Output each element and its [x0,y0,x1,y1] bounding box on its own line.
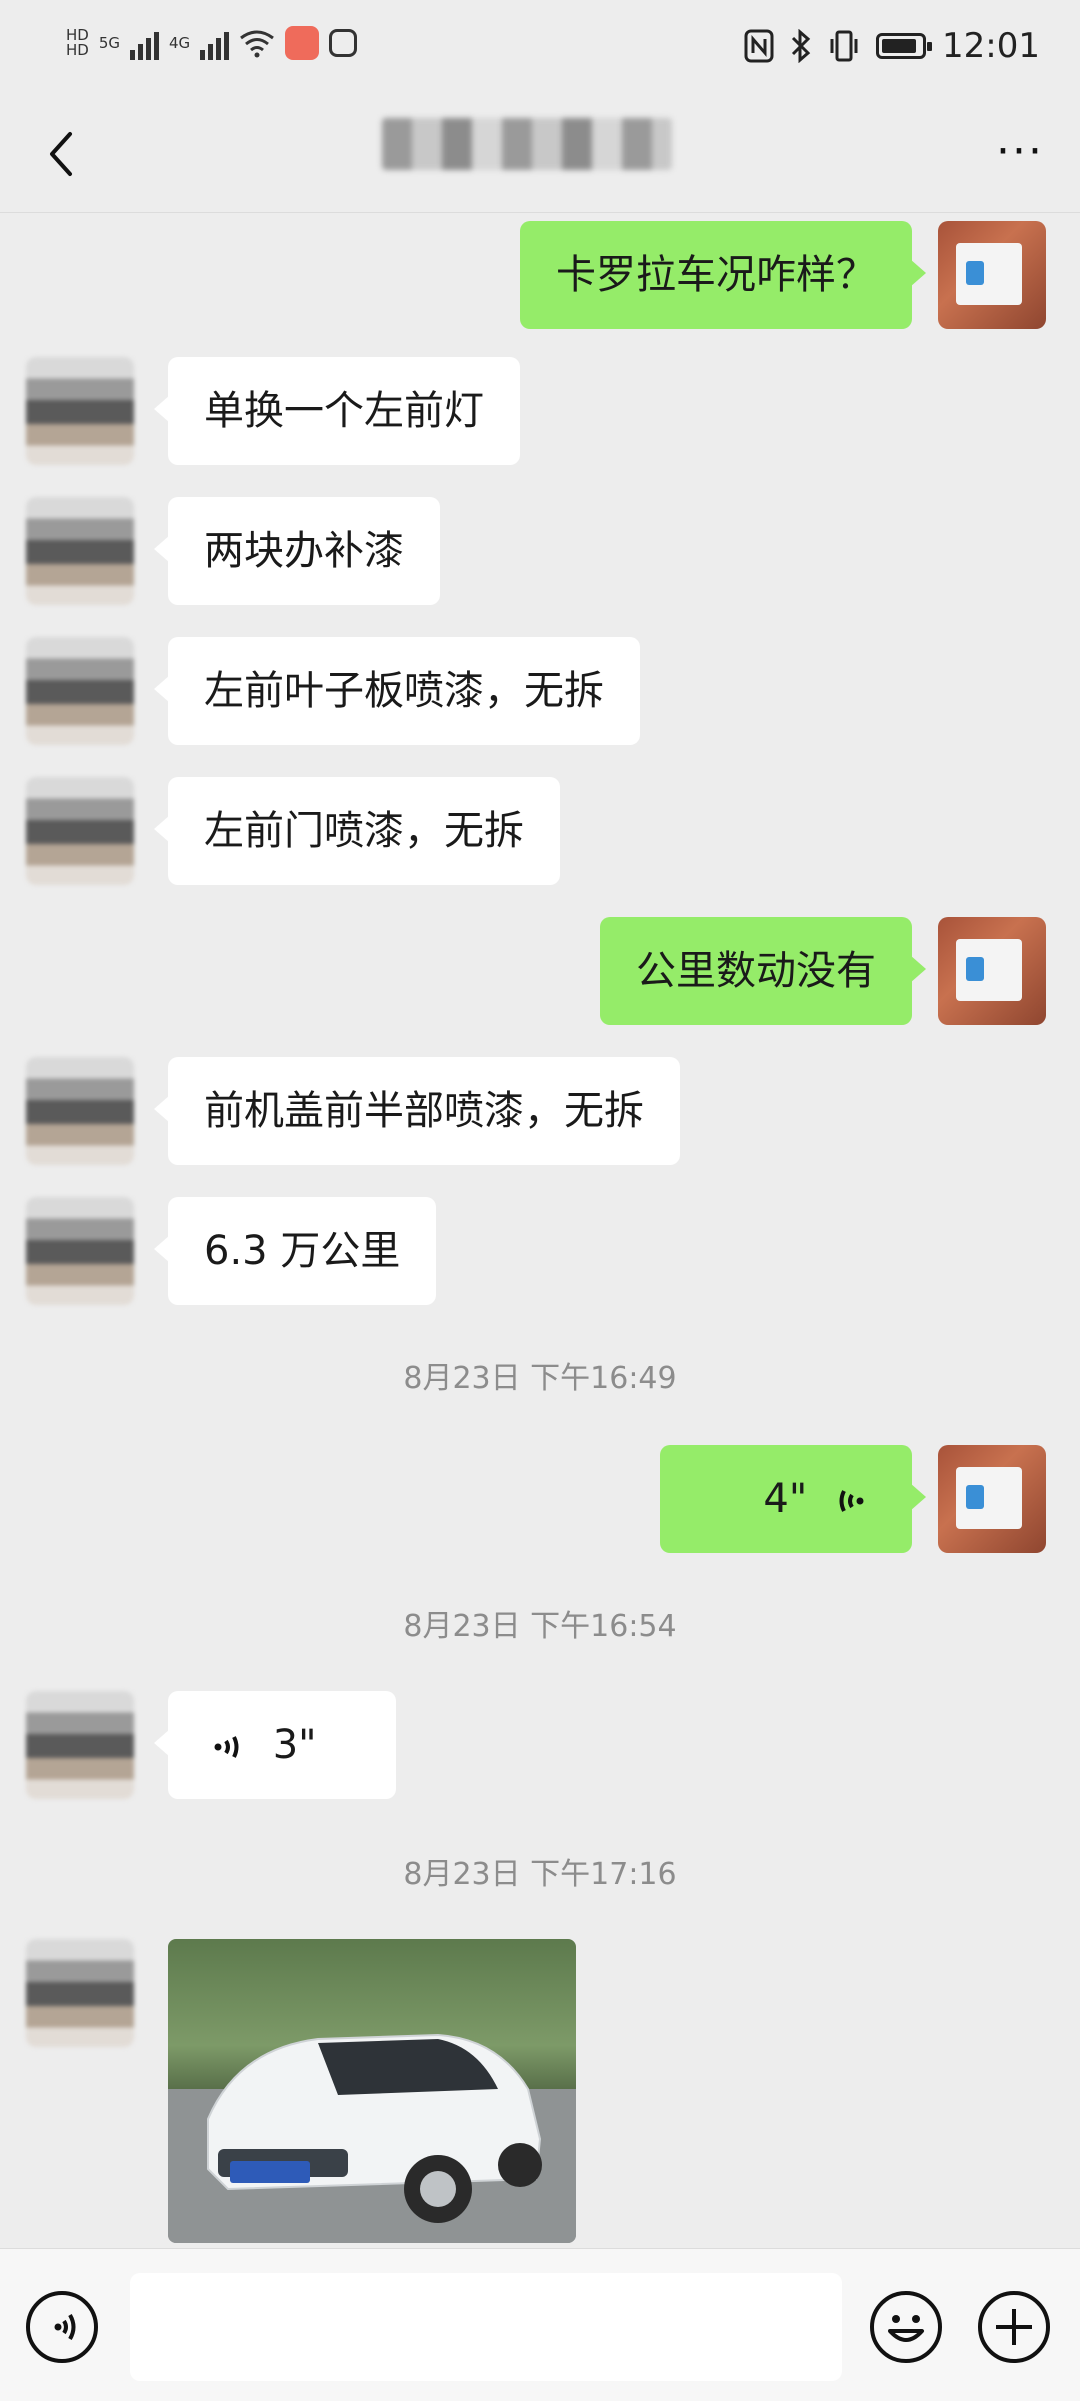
voice-wave-icon [839,1490,864,1512]
message-row: 左前叶子板喷漆，无拆 [0,637,1080,749]
message-row: 左前门喷漆，无拆 [0,777,1080,889]
voice-input-icon[interactable] [26,2291,98,2363]
battery-icon [876,33,933,59]
message-row: 卡罗拉车况咋样？ [0,217,1080,329]
message-row: 单换一个左前灯 [0,357,1080,469]
vibrate-icon [830,30,858,62]
hd-label: HD HD [66,26,89,59]
status-time: 12:01 [942,26,1040,66]
4g-label: 4G [169,33,191,52]
signal-icon-2 [200,26,230,60]
timestamp: 8月23日 下午16:49 [403,1361,677,1396]
message-bubble-received[interactable]: 6.3 万公里 [153,1197,437,1305]
voice-message-sent[interactable]: 4" [660,1445,926,1553]
contact-avatar[interactable] [26,497,134,605]
contact-avatar[interactable] [26,357,134,465]
message-bubble-received[interactable]: 左前门喷漆，无拆 [154,777,560,885]
message-list[interactable]: 卡罗拉车况咋样？ 单换一个左前灯 两块办补漆 左前叶子板喷漆，无拆 左前门喷漆，… [0,213,1080,2248]
plus-icon[interactable] [978,2291,1050,2363]
more-dots-icon[interactable]: ··· [996,126,1044,177]
contact-avatar[interactable] [26,1691,134,1799]
voice-wave-icon [214,1736,239,1758]
my-avatar[interactable] [938,1445,1046,1553]
message-row: 前机盖前半部喷漆，无拆 [0,1057,1080,1169]
my-avatar[interactable] [938,221,1046,329]
sign-icon [956,939,1022,1001]
message-row: 两块办补漆 [0,497,1080,609]
wifi-icon [240,30,275,58]
voice-duration: 4" [763,1476,808,1522]
5g-label: 5G [98,33,121,52]
bluetooth-icon [791,29,811,63]
message-bubble-received[interactable]: 两块办补漆 [154,497,440,605]
my-avatar[interactable] [938,917,1046,1025]
message-row: 3" [0,1691,1080,1803]
contact-avatar[interactable] [26,1057,134,1165]
message-input[interactable] [130,2273,842,2381]
message-bubble-received[interactable]: 单换一个左前灯 [154,357,520,465]
contact-avatar[interactable] [26,1939,134,2047]
message-bubble-sent[interactable]: 卡罗拉车况咋样？ [520,221,926,329]
hexagon-icon [329,29,358,57]
status-left: HD HD 5G 4G [66,26,358,60]
app-notification-icon [285,26,320,60]
message-row: 公里数动没有 [0,917,1080,1029]
signal-icon [130,26,160,60]
voice-message-received[interactable]: 3" [154,1691,396,1799]
emoji-icon[interactable] [870,2291,942,2363]
car-photo[interactable] [168,1939,576,2243]
chat-header: ··· [0,100,1080,213]
timestamp: 8月23日 下午16:54 [403,1609,677,1644]
message-row: 4" [0,1445,1080,1557]
contact-avatar[interactable] [26,1197,134,1305]
message-bubble-received[interactable]: 左前叶子板喷漆，无拆 [154,637,640,745]
chevron-left-icon[interactable] [36,122,86,186]
message-bubble-sent[interactable]: 公里数动没有 [600,917,926,1025]
sign-icon [956,1467,1022,1529]
status-right: 12:01 [744,26,1040,66]
message-bubble-received[interactable]: 前机盖前半部喷漆，无拆 [154,1057,680,1165]
emoji-glyph [888,2315,924,2342]
message-row [0,1939,1080,2248]
contact-avatar[interactable] [26,637,134,745]
contact-avatar[interactable] [26,777,134,885]
voice-duration: 3" [272,1722,317,1768]
plus-glyph [996,2309,1032,2345]
sign-icon [956,243,1022,305]
status-bar: HD HD 5G 4G 12:01 [0,0,1080,100]
message-row: 6.3 万公里 [0,1197,1080,1309]
contact-name-blurred [382,118,672,170]
timestamp: 8月23日 下午17:16 [403,1857,677,1892]
voice-input-glyph [54,2313,76,2341]
input-bar [0,2248,1080,2401]
car-photo-illustration [168,2033,576,2243]
nfc-icon [744,29,774,63]
